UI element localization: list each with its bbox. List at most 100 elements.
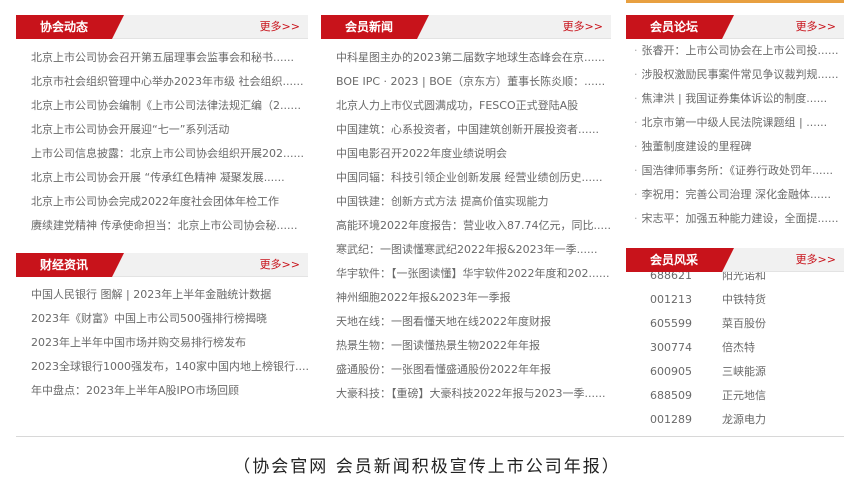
top-accent-line: [626, 0, 844, 3]
finance-news-panel: 财经资讯 更多>> 中国人民银行 图解 | 2023年上半年金融统计数据 202…: [16, 253, 308, 403]
stock-row[interactable]: 001289 龙源电力: [626, 408, 844, 432]
association-news-more-link[interactable]: 更多>>: [260, 15, 300, 39]
member-stock-list: 688621 阳光诺和 001213 中铁特货 605599 菜百股份 300774 倍…: [626, 272, 844, 432]
member-forum-header: 会员论坛 更多>>: [626, 15, 844, 39]
list-item[interactable]: 北京人力上市仪式圆满成功，FESCO正式登陆A股: [321, 94, 611, 118]
list-item[interactable]: 盛通股份：一张图看懂盛通股份2022年年报: [321, 358, 611, 382]
stock-row[interactable]: 001213 中铁特货: [626, 288, 844, 312]
list-item[interactable]: 热景生物：一图读懂热景生物2022年年报: [321, 334, 611, 358]
list-item-text: 独董制度建设的里程碑: [641, 140, 752, 153]
member-forum-more-link[interactable]: 更多>>: [796, 15, 836, 39]
list-item[interactable]: 中国电影召开2022年度业绩说明会: [321, 142, 611, 166]
member-showcase-header: 会员风采 更多>>: [626, 248, 844, 272]
finance-news-header: 财经资讯 更多>>: [16, 253, 308, 277]
stock-row[interactable]: 605599 菜百股份: [626, 312, 844, 336]
figure-caption: （协会官网 会员新闻积极宣传上市公司年报）: [233, 457, 621, 477]
bullet-icon: ·: [634, 68, 638, 81]
list-item[interactable]: 天地在线：一图看懂天地在线2022年度财报: [321, 310, 611, 334]
list-item[interactable]: 2023全球银行1000强发布，140家中国内地上榜银行......: [16, 355, 308, 379]
stock-code: 001213: [650, 293, 692, 306]
list-item[interactable]: · 涉股权激励民事案件常见争议裁判规......: [626, 63, 844, 87]
bullet-icon: ·: [634, 44, 638, 57]
list-item[interactable]: 华宇软件：【一张图读懂】华宇软件2022年度和202......: [321, 262, 611, 286]
list-item-text: 张睿开：上市公司协会在上市公司投......: [641, 44, 839, 57]
stock-code: 001289: [650, 413, 692, 426]
list-item[interactable]: 大豪科技：【重磅】大豪科技2022年报与2023一季......: [321, 382, 611, 406]
member-forum-column: 会员论坛 更多>> · 张睿开：上市公司协会在上市公司投...... · 涉股权激励…: [626, 0, 844, 426]
association-news-column: 协会动态 更多>> 北京上市公司协会召开第五届理事会监事会和秘书...... 北…: [16, 0, 308, 397]
list-item[interactable]: 上市公司信息披露：北京上市公司协会组织开展202......: [16, 142, 308, 166]
list-item[interactable]: 2023年《财富》中国上市公司500强排行榜揭晓: [16, 307, 308, 331]
stock-code: 688509: [650, 389, 692, 402]
list-item-text: 李祝用：完善公司治理 深化金融体......: [641, 188, 831, 201]
member-showcase-more-link[interactable]: 更多>>: [796, 248, 836, 272]
stock-name: 中铁特货: [722, 293, 766, 306]
list-item[interactable]: · 焦津洪 | 我国证券集体诉讼的制度......: [626, 87, 844, 111]
member-news-more-link[interactable]: 更多>>: [563, 15, 603, 39]
list-item[interactable]: 北京上市公司协会开展 “传承红色精神 凝聚发展......: [16, 166, 308, 190]
member-news-title: 会员新闻: [321, 15, 429, 39]
list-item-text: 北京市第一中级人民法院课题组 | ......: [641, 116, 828, 129]
stock-name: 正元地信: [722, 389, 766, 402]
member-news-column: 会员新闻 更多>> 中科星图主办的2023第二届数字地球生态峰会在京......…: [321, 0, 611, 406]
list-item[interactable]: BOE IPC · 2023 | BOE（京东方）董事长陈炎顺：......: [321, 70, 611, 94]
bullet-icon: ·: [634, 140, 638, 153]
list-item[interactable]: 神州细胞2022年报&2023年一季报: [321, 286, 611, 310]
stock-name: 三峡能源: [722, 365, 766, 378]
member-forum-list: · 张睿开：上市公司协会在上市公司投...... · 涉股权激励民事案件常见争议裁判…: [626, 39, 844, 231]
association-news-header: 协会动态 更多>>: [16, 15, 308, 39]
association-news-list: 北京上市公司协会召开第五届理事会监事会和秘书...... 北京市社会组织管理中心…: [16, 46, 308, 238]
list-item[interactable]: · 独董制度建设的里程碑: [626, 135, 844, 159]
member-showcase-scroller: 688621 阳光诺和 001213 中铁特货 605599 菜百股份 300774 倍…: [626, 272, 844, 432]
list-item[interactable]: 中国铁建：创新方式方法 提高价值实现能力: [321, 190, 611, 214]
stock-row[interactable]: 688621 阳光诺和: [626, 272, 844, 288]
stock-name: 倍杰特: [722, 341, 755, 354]
stock-code: 605599: [650, 317, 692, 330]
list-item-text: 宋志平：加强五种能力建设，全面提......: [641, 212, 839, 225]
list-item[interactable]: 北京上市公司协会开展迎“七一”系列活动: [16, 118, 308, 142]
list-item[interactable]: · 国浩律师事务所：《证券行政处罚年......: [626, 159, 844, 183]
bullet-icon: ·: [634, 212, 638, 225]
list-item[interactable]: 中国人民银行 图解 | 2023年上半年金融统计数据: [16, 283, 308, 307]
list-item[interactable]: 北京市社会组织管理中心举办2023年市级 社会组织......: [16, 70, 308, 94]
association-news-title: 协会动态: [16, 15, 124, 39]
list-item[interactable]: 北京上市公司协会编制《上市公司法律法规汇编（2......: [16, 94, 308, 118]
stock-name: 龙源电力: [722, 413, 766, 426]
finance-news-title: 财经资讯: [16, 253, 124, 277]
stock-row[interactable]: 688509 正元地信: [626, 384, 844, 408]
bullet-icon: ·: [634, 188, 638, 201]
member-showcase-panel: 会员风采 更多>> 688621 阳光诺和 001213 中铁特货 605599 菜百…: [626, 248, 844, 432]
member-news-list: 中科星图主办的2023第二届数字地球生态峰会在京...... BOE IPC ·…: [321, 46, 611, 406]
member-forum-title: 会员论坛: [626, 15, 734, 39]
bullet-icon: ·: [634, 116, 638, 129]
finance-news-list: 中国人民银行 图解 | 2023年上半年金融统计数据 2023年《财富》中国上市…: [16, 283, 308, 403]
list-item[interactable]: 赓续建党精神 传承使命担当：北京上市公司协会秘......: [16, 214, 308, 238]
list-item-text: 国浩律师事务所：《证券行政处罚年......: [641, 164, 833, 177]
list-item[interactable]: · 张睿开：上市公司协会在上市公司投......: [626, 39, 844, 63]
stock-row[interactable]: 300774 倍杰特: [626, 336, 844, 360]
list-item[interactable]: 年中盘点：2023年上半年A股IPO市场回顾: [16, 379, 308, 403]
list-item[interactable]: · 李祝用：完善公司治理 深化金融体......: [626, 183, 844, 207]
list-item[interactable]: 寒武纪：一图读懂寒武纪2022年报&2023年一季......: [321, 238, 611, 262]
list-item-text: 涉股权激励民事案件常见争议裁判规......: [641, 68, 839, 81]
list-item[interactable]: 北京上市公司协会完成2022年度社会团体年检工作: [16, 190, 308, 214]
list-item[interactable]: 北京上市公司协会召开第五届理事会监事会和秘书......: [16, 46, 308, 70]
stock-name: 菜百股份: [722, 317, 766, 330]
finance-news-more-link[interactable]: 更多>>: [260, 253, 300, 277]
stock-code: 600905: [650, 365, 692, 378]
stock-name: 阳光诺和: [722, 272, 766, 282]
list-item[interactable]: 中科星图主办的2023第二届数字地球生态峰会在京......: [321, 46, 611, 70]
list-item[interactable]: 高能环境2022年度报告：营业收入87.74亿元，同比......: [321, 214, 611, 238]
list-item[interactable]: 中国同辐：科技引领企业创新发展 经营业绩创历史......: [321, 166, 611, 190]
list-item-text: 焦津洪 | 我国证券集体诉讼的制度......: [641, 92, 828, 105]
member-showcase-title: 会员风采: [626, 248, 734, 272]
stock-code: 300774: [650, 341, 692, 354]
list-item[interactable]: 中国建筑：心系投资者，中国建筑创新开展投资者......: [321, 118, 611, 142]
member-news-header: 会员新闻 更多>>: [321, 15, 611, 39]
list-item[interactable]: 2023年上半年中国市场并购交易排行榜发布: [16, 331, 308, 355]
bullet-icon: ·: [634, 164, 638, 177]
list-item[interactable]: · 宋志平：加强五种能力建设，全面提......: [626, 207, 844, 231]
bottom-divider: [16, 436, 844, 437]
list-item[interactable]: · 北京市第一中级人民法院课题组 | ......: [626, 111, 844, 135]
stock-row[interactable]: 600905 三峡能源: [626, 360, 844, 384]
